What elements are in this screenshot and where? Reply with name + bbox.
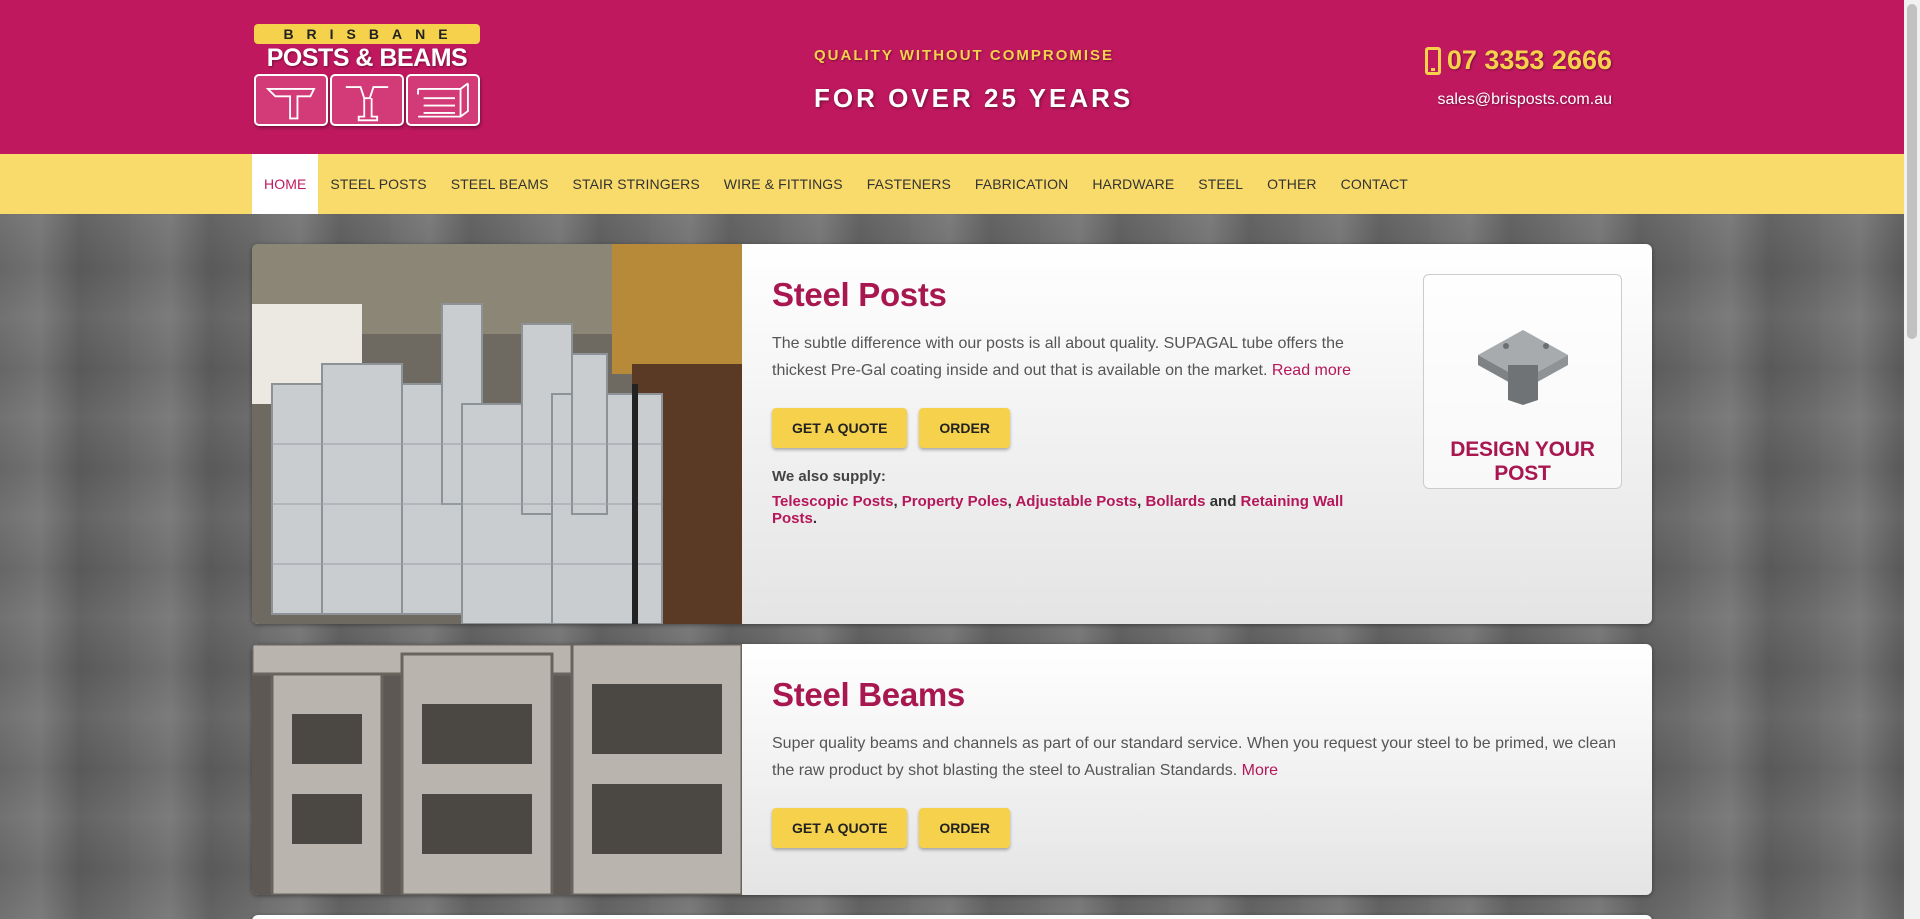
steel-posts-order-button[interactable]: ORDER (919, 408, 1010, 448)
steel-beams-more-link[interactable]: More (1242, 762, 1278, 779)
steel-beams-order-button[interactable]: ORDER (919, 808, 1010, 848)
steel-beams-card: Steel Beams Super quality beams and chan… (252, 644, 1652, 895)
supply-label: We also supply: (772, 468, 886, 485)
mobile-phone-icon (1424, 46, 1441, 75)
nav-item-steel-beams[interactable]: STEEL BEAMS (439, 154, 561, 214)
site-logo[interactable]: BRISBANE POSTS & BEAMS (252, 22, 482, 126)
email-link[interactable]: sales@brisposts.com.au (1437, 91, 1612, 109)
logo-posts-beams-text: POSTS & BEAMS (266, 44, 468, 72)
property-poles-link[interactable]: Property Poles (902, 493, 1008, 510)
steel-beams-title[interactable]: Steel Beams (772, 676, 1632, 714)
design-your-post-button[interactable]: DESIGN YOUR POST (1423, 274, 1622, 489)
post-bracket-icon (1477, 330, 1568, 405)
site-header: BRISBANE POSTS & BEAMS QUALITY WITHOUT C… (0, 0, 1904, 154)
tagline-years: FOR OVER 25 YEARS (814, 83, 1134, 113)
design-your-post-label: DESIGN YOUR POST (1450, 438, 1595, 485)
phone-number-text: 07 3353 2666 (1446, 45, 1612, 75)
nav-item-home[interactable]: HOME (252, 154, 319, 214)
phone-number-link[interactable]: 07 3353 2666 (1424, 45, 1612, 76)
nav-item-steel[interactable]: STEEL (1186, 154, 1255, 214)
bracket-profile-icon (330, 74, 404, 126)
steel-beams-image (252, 644, 742, 895)
steel-posts-body: Steel Posts The subtle difference with o… (772, 244, 1392, 527)
steel-posts-card: Steel Posts The subtle difference with o… (252, 244, 1652, 624)
main-nav: HOME STEEL POSTS STEEL BEAMS STAIR STRIN… (0, 154, 1904, 214)
steel-posts-read-more-link[interactable]: Read more (1272, 362, 1351, 379)
telescopic-posts-link[interactable]: Telescopic Posts (772, 493, 893, 510)
supply-separator: , (1137, 493, 1142, 510)
nav-item-fasteners[interactable]: FASTENERS (855, 154, 963, 214)
steel-posts-image (252, 244, 742, 624)
supply-period: . (812, 510, 818, 527)
page-scrollbar[interactable] (1904, 0, 1920, 919)
steel-beams-quote-button[interactable]: GET A QUOTE (772, 808, 908, 848)
steel-beams-desc: Super quality beams and channels as part… (772, 730, 1632, 784)
supply-separator: , (1007, 493, 1012, 510)
scrollbar-thumb[interactable] (1907, 4, 1917, 339)
steel-beams-desc-text: Super quality beams and channels as part… (772, 735, 1617, 779)
post-profile-icon (254, 74, 328, 126)
tagline-quality: QUALITY WITHOUT COMPROMISE (814, 47, 1115, 64)
beam-profile-icon (406, 74, 480, 126)
adjustable-posts-link[interactable]: Adjustable Posts (1015, 493, 1137, 510)
supply-and: and (1209, 493, 1237, 510)
nav-item-stair-stringers[interactable]: STAIR STRINGERS (561, 154, 712, 214)
nav-item-wire-fittings[interactable]: WIRE & FITTINGS (712, 154, 855, 214)
steel-posts-desc-text: The subtle difference with our posts is … (772, 335, 1344, 379)
steel-beams-body: Steel Beams Super quality beams and chan… (772, 644, 1632, 848)
supply-list: Telescopic Posts, Property Poles, Adjust… (772, 493, 1392, 527)
nav-item-contact[interactable]: CONTACT (1329, 154, 1420, 214)
nav-item-hardware[interactable]: HARDWARE (1080, 154, 1186, 214)
supply-separator: , (893, 493, 898, 510)
steel-posts-quote-button[interactable]: GET A QUOTE (772, 408, 908, 448)
nav-item-other[interactable]: OTHER (1255, 154, 1329, 214)
steel-posts-desc: The subtle difference with our posts is … (772, 330, 1392, 384)
nav-item-steel-posts[interactable]: STEEL POSTS (318, 154, 438, 214)
next-product-card (252, 915, 1652, 919)
steel-posts-title[interactable]: Steel Posts (772, 276, 1392, 314)
logo-brisbane-text: BRISBANE (254, 24, 480, 44)
nav-item-fabrication[interactable]: FABRICATION (963, 154, 1080, 214)
bollards-link[interactable]: Bollards (1146, 493, 1206, 510)
